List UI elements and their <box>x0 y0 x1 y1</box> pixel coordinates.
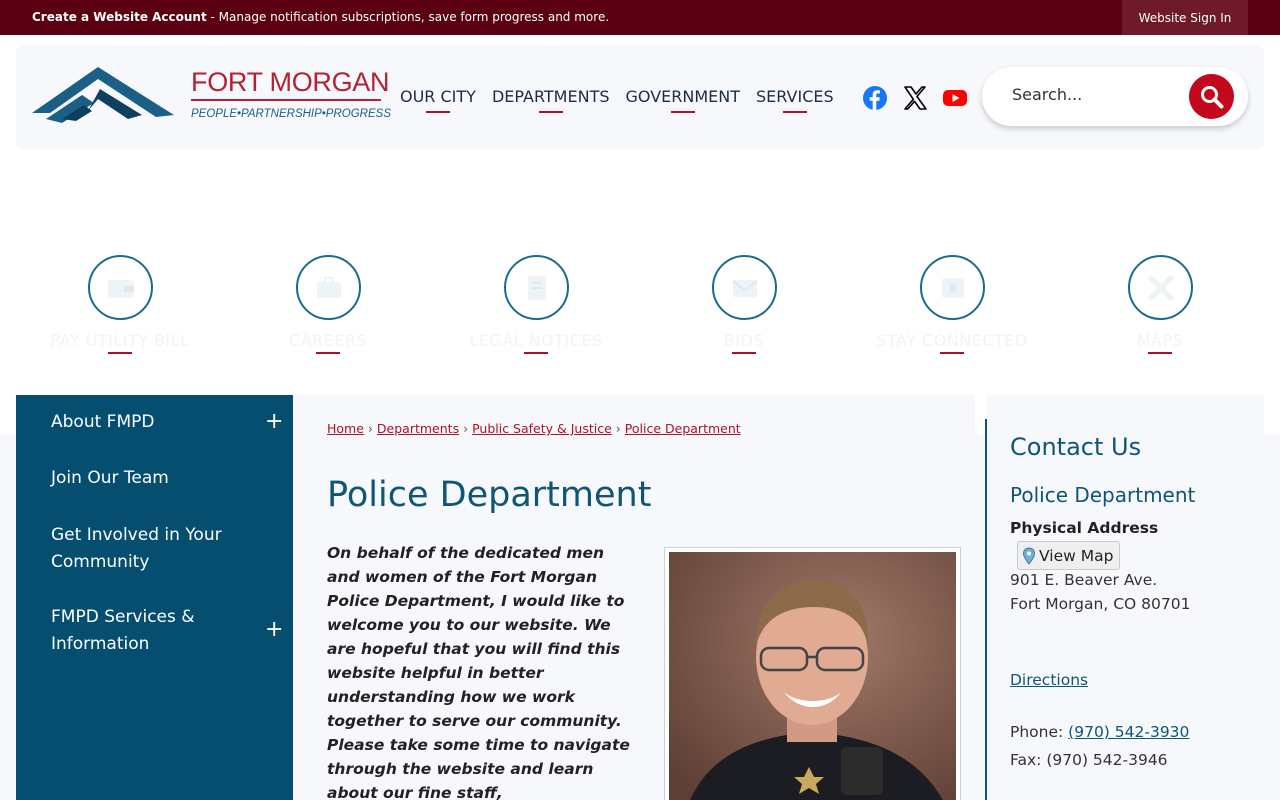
sidebar-item-get-involved[interactable]: Get Involved in Your Community <box>51 522 271 576</box>
nav-departments[interactable]: DEPARTMENTS <box>492 87 610 113</box>
quick-link-label: STAY CONNECTED <box>876 331 1028 350</box>
quick-link-label: LEGAL NOTICES <box>469 331 603 350</box>
breadcrumb-police-department[interactable]: Police Department <box>625 421 741 436</box>
breadcrumb-separator: › <box>463 421 469 436</box>
wallet-icon <box>88 255 153 320</box>
sidebar-nav: About FMPD + Join Our Team Get Involved … <box>16 395 293 800</box>
phone-link[interactable]: (970) 542-3930 <box>1068 723 1189 741</box>
welcome-message: On behalf of the dedicated men and women… <box>327 544 630 800</box>
search-box <box>982 67 1248 126</box>
breadcrumb-home[interactable]: Home <box>327 421 364 436</box>
sidebar-item-about-fmpd[interactable]: About FMPD <box>51 409 271 436</box>
view-map-label: View Map <box>1039 546 1114 565</box>
map-marker-icon <box>1022 546 1036 565</box>
brand-tagline: PEOPLE•PARTNERSHIP•PROGRESS <box>191 108 391 120</box>
phone-label: Phone: <box>1010 723 1069 741</box>
quick-link-label: MAPS <box>1136 331 1184 350</box>
create-account-description: - Manage notification subscriptions, sav… <box>206 10 610 24</box>
search-button[interactable] <box>1189 74 1234 119</box>
quick-link-underline <box>108 352 132 354</box>
quick-link-stay-connected[interactable]: STAY CONNECTED <box>848 255 1056 365</box>
view-map-button[interactable]: View Map <box>1017 541 1121 570</box>
quick-link-bids[interactable]: BIDS <box>640 255 848 365</box>
police-chief-photo <box>664 547 961 800</box>
physical-address-label: Physical Address <box>1010 519 1159 537</box>
quick-link-underline <box>316 352 340 354</box>
breadcrumb: Home › Departments › Public Safety & Justice… <box>327 421 741 436</box>
quick-link-underline <box>524 352 548 354</box>
breadcrumb-separator: › <box>367 421 373 436</box>
quick-link-pay-utility-bill[interactable]: PAY UTILITY BILL <box>16 255 224 365</box>
nav-services[interactable]: SERVICES <box>756 87 834 113</box>
quick-link-label: CAREERS <box>288 331 368 350</box>
phone-line: Phone: (970) 542-3930 <box>1010 723 1189 741</box>
police-chief-portrait-icon <box>669 552 956 800</box>
briefcase-icon <box>296 255 361 320</box>
page-title: Police Department <box>327 475 652 515</box>
breadcrumb-departments[interactable]: Departments <box>377 421 459 436</box>
brand-wordmark[interactable]: FORT MORGAN PEOPLE•PARTNERSHIP•PROGRESS <box>191 67 391 120</box>
sidebar-item-join-our-team[interactable]: Join Our Team <box>51 465 271 492</box>
search-icon <box>1200 85 1223 108</box>
quick-link-label: BIDS <box>723 331 765 350</box>
expand-about-fmpd-icon[interactable]: + <box>265 411 283 433</box>
quick-links: PAY UTILITY BILL CAREERS LEGAL NOTICES B… <box>16 255 1264 365</box>
quick-link-underline <box>940 352 964 354</box>
nav-our-city[interactable]: OUR CITY <box>400 87 476 113</box>
breadcrumb-public-safety[interactable]: Public Safety & Justice <box>472 421 612 436</box>
youtube-icon[interactable] <box>943 86 967 110</box>
quick-link-maps[interactable]: MAPS <box>1056 255 1264 365</box>
main-content: Home › Departments › Public Safety & Justice… <box>293 395 975 800</box>
directions-link[interactable]: Directions <box>1010 671 1088 689</box>
create-account-message: Create a Website Account - Manage notifi… <box>32 10 609 24</box>
social-links <box>863 86 967 110</box>
top-notification-bar: Create a Website Account - Manage notifi… <box>0 0 1280 35</box>
brand-name: FORT MORGAN <box>191 67 390 97</box>
expand-fmpd-services-icon[interactable]: + <box>265 619 283 641</box>
quick-link-careers[interactable]: CAREERS <box>224 255 432 365</box>
create-account-link[interactable]: Create a Website Account <box>32 10 207 24</box>
quick-link-legal-notices[interactable]: LEGAL NOTICES <box>432 255 640 365</box>
site-header: FORT MORGAN PEOPLE•PARTNERSHIP•PROGRESS … <box>16 45 1264 150</box>
fort-morgan-logo-icon[interactable] <box>32 67 174 127</box>
contact-us-heading: Contact Us <box>1010 433 1142 461</box>
x-icon[interactable] <box>903 86 927 110</box>
contact-panel: Contact Us Police Department Physical Ad… <box>987 395 1264 800</box>
envelope-icon <box>712 255 777 320</box>
website-sign-in-button[interactable]: Website Sign In <box>1122 0 1248 35</box>
address-city: Fort Morgan, CO 80701 <box>1010 595 1191 613</box>
quick-link-label: PAY UTILITY BILL <box>50 331 190 350</box>
quick-link-underline <box>1148 352 1172 354</box>
map-pin-icon <box>1128 255 1193 320</box>
fax-line: Fax: (970) 542-3946 <box>1010 751 1168 769</box>
quick-link-underline <box>732 352 756 354</box>
nav-government[interactable]: GOVERNMENT <box>626 87 740 113</box>
facebook-icon[interactable] <box>863 86 887 110</box>
breadcrumb-separator: › <box>615 421 621 436</box>
document-icon <box>504 255 569 320</box>
brand-rule <box>191 99 381 101</box>
main-nav: OUR CITY DEPARTMENTS GOVERNMENT SERVICES <box>400 87 834 113</box>
contact-department-name: Police Department <box>1010 483 1196 507</box>
address-street: 901 E. Beaver Ave. <box>1010 571 1158 589</box>
bell-icon <box>920 255 985 320</box>
search-input[interactable] <box>1012 85 1172 104</box>
sidebar-item-fmpd-services[interactable]: FMPD Services & Information <box>51 604 271 658</box>
